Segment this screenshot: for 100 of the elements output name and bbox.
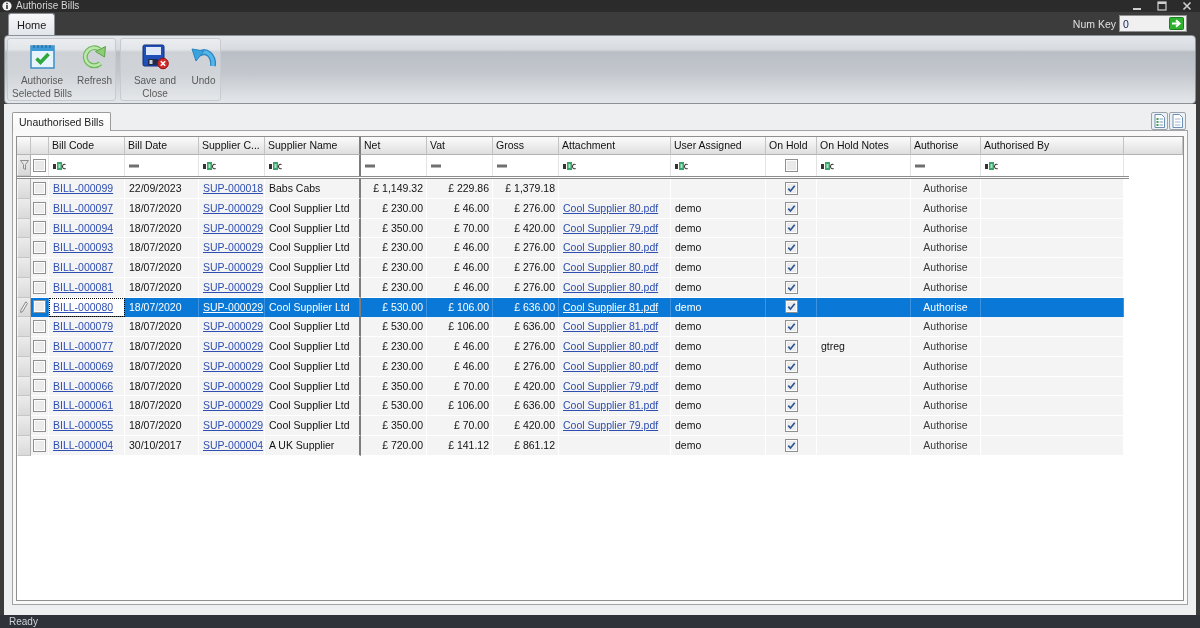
row-header[interactable] — [17, 218, 31, 239]
table-row[interactable]: BILL-000061 18/07/2020 SUP-000029 Cool Supplier Ltd £ 530.00 £ 106.00 £ 636.00 Cool Supplier 81.pdf demo Authorise — [17, 396, 1183, 416]
select-all-checkbox[interactable] — [33, 159, 46, 172]
table-row[interactable]: BILL-000097 18/07/2020 SUP-000029 Cool Supplier Ltd £ 230.00 £ 46.00 £ 276.00 Cool Supplier 80.pdf demo Authorise — [17, 198, 1183, 219]
table-row[interactable]: BILL-000069 18/07/2020 SUP-000029 Cool Supplier Ltd £ 230.00 £ 46.00 £ 276.00 Cool Supplier 80.pdf demo Authorise — [17, 356, 1183, 377]
text-filter-icon[interactable] — [203, 161, 216, 170]
authorise-button[interactable]: Authorise Selected Bills — [9, 39, 75, 100]
undo-button[interactable]: Undo — [188, 39, 219, 87]
filter-checkbox[interactable] — [784, 159, 798, 172]
table-row[interactable]: BILL-000079 18/07/2020 SUP-000029 Cool Supplier Ltd £ 530.00 £ 106.00 £ 636.00 Cool Supplier 81.pdf demo Authorise — [17, 317, 1183, 337]
table-cell[interactable]: Authorise — [911, 179, 981, 199]
checkbox[interactable] — [784, 418, 798, 432]
checkbox[interactable] — [784, 320, 798, 334]
row-header[interactable] — [17, 198, 31, 219]
checkbox[interactable] — [33, 320, 46, 334]
column-header[interactable]: Supplier Name — [265, 137, 361, 155]
row-header[interactable] — [17, 277, 31, 298]
table-row[interactable]: BILL-000081 18/07/2020 SUP-000029 Cool Supplier Ltd £ 230.00 £ 46.00 £ 276.00 Cool Supplier 80.pdf demo Authorise — [17, 277, 1183, 298]
column-header[interactable]: Attachment — [559, 137, 671, 155]
column-header[interactable]: Gross — [493, 137, 559, 155]
text-filter-icon[interactable] — [269, 161, 282, 170]
row-header[interactable] — [17, 297, 31, 318]
text-filter-icon[interactable] — [53, 161, 66, 170]
table-cell[interactable]: Authorise — [911, 258, 981, 278]
row-header[interactable] — [17, 337, 31, 357]
row-header[interactable] — [17, 317, 31, 337]
document-icon[interactable] — [1169, 112, 1186, 130]
text-filter-icon[interactable] — [675, 161, 688, 170]
table-row[interactable]: BILL-000087 18/07/2020 SUP-000029 Cool Supplier Ltd £ 230.00 £ 46.00 £ 276.00 Cool Supplier 80.pdf demo Authorise — [17, 258, 1183, 278]
ribbon-tab[interactable]: Home — [8, 13, 56, 35]
text-filter-icon[interactable] — [821, 161, 834, 170]
checkbox[interactable] — [33, 221, 46, 235]
checkbox[interactable] — [33, 300, 46, 314]
row-header[interactable] — [17, 258, 31, 278]
checkbox[interactable] — [784, 438, 798, 452]
column-header[interactable]: Supplier C... — [199, 137, 265, 155]
column-header[interactable]: Vat — [427, 137, 493, 155]
row-header[interactable] — [17, 376, 31, 397]
document-list-icon[interactable] — [1151, 112, 1168, 130]
checkbox[interactable] — [784, 241, 798, 255]
equals-filter-icon[interactable] — [129, 163, 139, 168]
table-cell[interactable]: Authorise — [911, 198, 981, 219]
table-row[interactable]: BILL-000099 22/09/2023 SUP-000018 Babs Cabs £ 1,149.32 £ 229.86 £ 1,379.18 Authorise — [17, 179, 1183, 199]
column-header[interactable]: Net — [361, 137, 427, 155]
table-cell[interactable]: Authorise — [911, 317, 981, 337]
table-cell[interactable]: Authorise — [911, 416, 981, 436]
checkbox[interactable] — [784, 399, 798, 413]
table-row[interactable]: BILL-000055 18/07/2020 SUP-000029 Cool Supplier Ltd £ 350.00 £ 70.00 £ 420.00 Cool Supplier 79.pdf demo Authorise — [17, 416, 1183, 436]
refresh-button[interactable]: Refresh — [75, 39, 114, 87]
equals-filter-icon[interactable] — [365, 163, 375, 168]
checkbox[interactable] — [784, 201, 798, 215]
checkbox[interactable] — [33, 438, 46, 452]
close-icon[interactable] — [1182, 1, 1192, 11]
column-header[interactable]: Authorised By — [981, 137, 1124, 155]
checkbox[interactable] — [784, 379, 798, 393]
checkbox[interactable] — [33, 418, 46, 432]
row-header[interactable] — [17, 435, 31, 456]
table-cell[interactable]: Authorise — [911, 218, 981, 239]
checkbox[interactable] — [33, 339, 46, 353]
checkbox[interactable] — [33, 241, 46, 255]
row-header[interactable] — [17, 179, 31, 199]
checkbox[interactable] — [784, 359, 798, 373]
checkbox[interactable] — [784, 221, 798, 235]
table-cell[interactable]: Authorise — [911, 297, 981, 318]
checkbox[interactable] — [784, 181, 798, 195]
column-header[interactable]: User Assigned — [671, 137, 766, 155]
table-cell[interactable]: Authorise — [911, 376, 981, 397]
checkbox[interactable] — [33, 201, 46, 215]
table-cell[interactable]: Authorise — [911, 238, 981, 258]
maximize-icon[interactable] — [1157, 1, 1167, 11]
equals-filter-icon[interactable] — [497, 163, 507, 168]
row-header[interactable] — [17, 396, 31, 416]
checkbox[interactable] — [33, 280, 46, 294]
go-arrow-icon[interactable] — [1169, 17, 1184, 30]
text-filter-icon[interactable] — [985, 161, 998, 170]
column-header[interactable]: Authorise — [911, 137, 981, 155]
checkbox[interactable] — [33, 359, 46, 373]
document-tab[interactable]: Unauthorised Bills — [12, 112, 111, 131]
row-header[interactable] — [17, 238, 31, 258]
checkbox[interactable] — [784, 280, 798, 294]
row-header[interactable] — [17, 356, 31, 377]
table-cell[interactable]: Authorise — [911, 277, 981, 298]
column-header[interactable]: Bill Code — [49, 137, 125, 155]
column-header[interactable]: On Hold Notes — [817, 137, 911, 155]
cell-link[interactable]: BILL-000080 — [53, 300, 114, 313]
checkbox[interactable] — [33, 379, 46, 393]
save-close-button[interactable]: Save and Close — [122, 39, 188, 100]
equals-filter-icon[interactable] — [431, 163, 441, 168]
checkbox[interactable] — [784, 339, 798, 353]
column-header[interactable]: Bill Date — [125, 137, 199, 155]
checkbox[interactable] — [33, 260, 46, 274]
table-row[interactable]: BILL-000093 18/07/2020 SUP-000029 Cool Supplier Ltd £ 230.00 £ 46.00 £ 276.00 Cool Supplier 80.pdf demo Authorise — [17, 238, 1183, 258]
checkbox[interactable] — [784, 260, 798, 274]
table-cell[interactable]: Authorise — [911, 396, 981, 416]
filter-icon[interactable] — [19, 160, 29, 170]
table-row[interactable]: BILL-000004 30/10/2017 SUP-000004 A UK Supplier £ 720.00 £ 141.12 £ 861.12 demo Authorise — [17, 435, 1183, 456]
column-header[interactable]: On Hold — [766, 137, 817, 155]
checkbox[interactable] — [33, 181, 46, 195]
table-cell[interactable]: Authorise — [911, 435, 981, 456]
equals-filter-icon[interactable] — [915, 163, 925, 168]
